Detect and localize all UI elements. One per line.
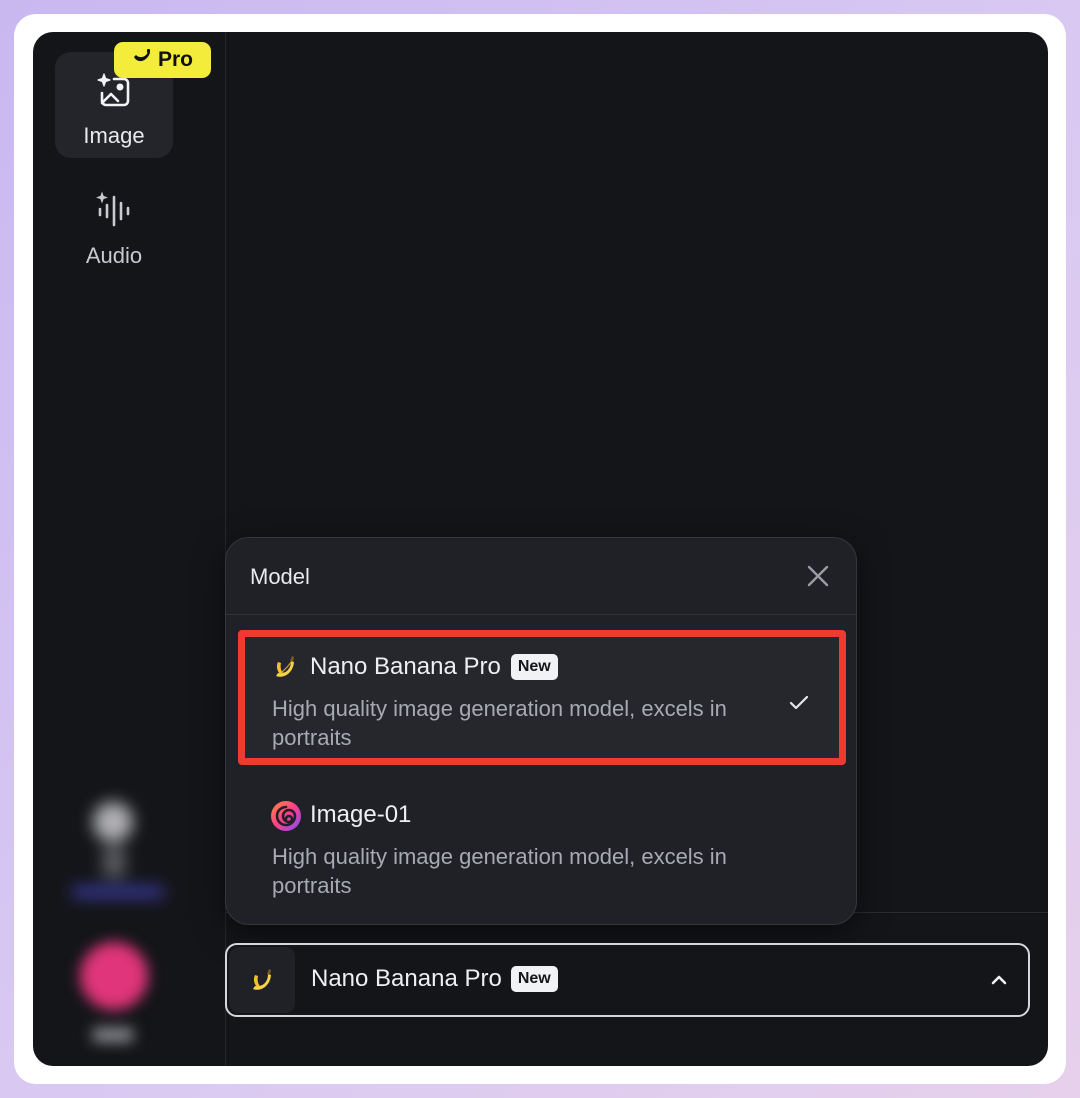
sidebar: Image Pro Audio [33,32,226,1066]
pro-badge-label: Pro [157,48,193,71]
popup-header: Model [226,538,856,615]
app-window: Image Pro Audio Model Nano Banana Pro Ne… [33,32,1048,1066]
option-description: High quality image generation model, exc… [272,844,727,898]
selector-value: Nano Banana Pro [311,965,502,992]
banana-icon [247,965,277,995]
banana-icon [132,48,152,72]
option-name: Image-01 [310,801,412,828]
chevron-up-icon [988,969,1010,991]
new-badge: New [510,654,558,680]
model-option-image-01[interactable]: Image-01 High quality image generation m… [238,778,846,913]
popup-title: Model [250,564,310,589]
option-description: High quality image generation model, exc… [272,696,727,750]
swirl-logo-icon [270,800,301,831]
checkmark-icon [787,691,811,715]
option-title-row: Image-01 [270,800,412,831]
new-badge: New [510,966,558,992]
model-popup: Model Nano Banana Pro New High quality i… [225,537,857,925]
banana-icon [270,652,300,682]
model-option-nano-banana-pro[interactable]: Nano Banana Pro New High quality image g… [238,630,846,765]
selector-icon-box [229,947,295,1013]
audio-waveform-icon [94,191,134,237]
sidebar-item-label: Audio [85,243,143,268]
sidebar-item-audio[interactable]: Audio [55,177,173,283]
option-title-row: Nano Banana Pro New [270,652,558,682]
sidebar-item-label: Image [83,123,145,148]
selector-label-row: Nano Banana Pro New [311,965,558,993]
pro-badge: Pro [114,42,211,78]
avatar[interactable] [75,942,155,1052]
blurred-promo-image [73,792,163,912]
close-icon[interactable] [804,562,832,590]
option-name: Nano Banana Pro [310,653,501,680]
model-selector[interactable]: Nano Banana Pro New [225,943,1030,1017]
